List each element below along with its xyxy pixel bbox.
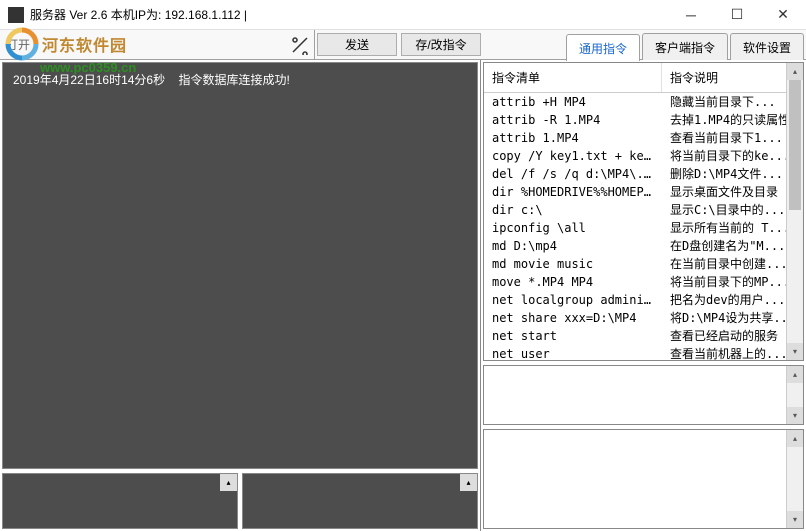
tab-common-commands[interactable]: 通用指令 xyxy=(566,34,640,61)
command-row[interactable]: dir c:\显示C:\目录中的... xyxy=(484,201,803,219)
command-list-header: 指令清单 指令说明 xyxy=(484,63,803,93)
command-desc: 在当前目录中创建... xyxy=(662,255,803,273)
command-desc: 将当前目录下的ke... xyxy=(662,147,803,165)
command-text: dir %HOMEDRIVE%%HOMEPA... xyxy=(484,183,662,201)
scroll-up-icon[interactable]: ▴ xyxy=(787,366,803,383)
command-row[interactable]: dir %HOMEDRIVE%%HOMEPA...显示桌面文件及目录 xyxy=(484,183,803,201)
command-desc: 隐藏当前目录下... xyxy=(662,93,803,111)
command-row[interactable]: net user查看当前机器上的... xyxy=(484,345,803,361)
command-row[interactable]: net start查看已经启动的服务 xyxy=(484,327,803,345)
command-desc: 查看当前目录下1... xyxy=(662,129,803,147)
command-desc: 显示所有当前的 T... xyxy=(662,219,803,237)
tab-client-commands[interactable]: 客户端指令 xyxy=(642,33,728,60)
command-text: net user xyxy=(484,345,662,361)
window-controls: ─ ☐ ✕ xyxy=(668,0,806,30)
command-row[interactable]: md D:\mp4在D盘创建名为"M... xyxy=(484,237,803,255)
window-title: 服务器 Ver 2.6 本机IP为: 192.168.1.112 | xyxy=(30,6,668,23)
command-text: attrib +H MP4 xyxy=(484,93,662,111)
tab-software-settings[interactable]: 软件设置 xyxy=(730,33,804,60)
header-command[interactable]: 指令清单 xyxy=(484,63,662,92)
tab-bar: 通用指令 客户端指令 软件设置 xyxy=(560,30,806,60)
command-row[interactable]: ipconfig \all显示所有当前的 T... xyxy=(484,219,803,237)
scroll-up-icon[interactable]: ▴ xyxy=(220,474,237,491)
command-desc: 将D:\MP4设为共享... xyxy=(662,309,803,327)
scroll-thumb[interactable] xyxy=(789,80,801,210)
scroll-up-icon[interactable]: ▴ xyxy=(460,474,477,491)
command-text: del /f /s /q d:\MP4\... xyxy=(484,165,662,183)
open-label[interactable]: 打开 xyxy=(0,36,36,53)
command-text: net start xyxy=(484,327,662,345)
command-text: md D:\mp4 xyxy=(484,237,662,255)
log-line: 2019年4月22日16时14分6秒 指令数据库连接成功! xyxy=(13,71,467,88)
command-row[interactable]: copy /Y key1.txt + key...将当前目录下的ke... xyxy=(484,147,803,165)
command-desc: 在D盘创建名为"M... xyxy=(662,237,803,255)
command-text: attrib -R 1.MP4 xyxy=(484,111,662,129)
header-description[interactable]: 指令说明 xyxy=(662,63,803,92)
save-command-button[interactable]: 存/改指令 xyxy=(401,33,481,56)
tools-icon[interactable] xyxy=(286,35,314,55)
command-text: net localgroup adminis... xyxy=(484,291,662,309)
toolbar: 打开 发送 存/改指令 通用指令 客户端指令 软件设置 xyxy=(0,30,806,60)
command-desc: 把名为dev的用户... xyxy=(662,291,803,309)
left-pane: 2019年4月22日16时14分6秒 指令数据库连接成功! ▴ ▴ xyxy=(0,60,481,531)
bottom-left-box[interactable]: ▴ xyxy=(2,473,238,529)
scroll-up-icon[interactable]: ▴ xyxy=(787,430,803,447)
command-desc: 查看当前机器上的... xyxy=(662,345,803,361)
bottom-split: ▴ ▴ xyxy=(0,471,480,531)
right-pane: 指令清单 指令说明 attrib +H MP4隐藏当前目录下...attrib … xyxy=(481,60,806,531)
command-row[interactable]: attrib -R 1.MP4去掉1.MP4的只读属性 xyxy=(484,111,803,129)
command-text: dir c:\ xyxy=(484,201,662,219)
command-row[interactable]: net share xxx=D:\MP4将D:\MP4设为共享... xyxy=(484,309,803,327)
command-text: attrib 1.MP4 xyxy=(484,129,662,147)
close-button[interactable]: ✕ xyxy=(760,0,806,30)
command-desc: 去掉1.MP4的只读属性 xyxy=(662,111,803,129)
command-text: ipconfig \all xyxy=(484,219,662,237)
toolbar-left: 打开 xyxy=(0,30,315,59)
command-list[interactable]: 指令清单 指令说明 attrib +H MP4隐藏当前目录下...attrib … xyxy=(483,62,804,361)
command-row[interactable]: move *.MP4 MP4将当前目录下的MP... xyxy=(484,273,803,291)
command-row[interactable]: attrib 1.MP4查看当前目录下1... xyxy=(484,129,803,147)
detail-scrollbar[interactable]: ▴ ▾ xyxy=(786,366,803,424)
bottom-right-box[interactable]: ▴ xyxy=(242,473,478,529)
app-icon xyxy=(8,7,24,23)
command-row[interactable]: net localgroup adminis...把名为dev的用户... xyxy=(484,291,803,309)
command-input[interactable] xyxy=(36,34,286,56)
maximize-button[interactable]: ☐ xyxy=(714,0,760,30)
main-area: 2019年4月22日16时14分6秒 指令数据库连接成功! ▴ ▴ 指令清单 指… xyxy=(0,60,806,531)
send-button[interactable]: 发送 xyxy=(317,33,397,56)
command-row[interactable]: md movie music在当前目录中创建... xyxy=(484,255,803,273)
scroll-up-icon[interactable]: ▴ xyxy=(787,63,803,80)
right-bottom-box[interactable]: ▴ ▾ xyxy=(483,429,804,529)
command-list-scrollbar[interactable]: ▴ ▾ xyxy=(786,63,803,360)
command-desc: 将当前目录下的MP... xyxy=(662,273,803,291)
command-desc: 显示C:\目录中的... xyxy=(662,201,803,219)
command-desc: 显示桌面文件及目录 xyxy=(662,183,803,201)
command-text: copy /Y key1.txt + key... xyxy=(484,147,662,165)
command-text: move *.MP4 MP4 xyxy=(484,273,662,291)
scroll-down-icon[interactable]: ▾ xyxy=(787,511,803,528)
command-desc: 删除D:\MP4文件... xyxy=(662,165,803,183)
log-time: 2019年4月22日16时14分6秒 xyxy=(13,73,165,87)
window-titlebar: 服务器 Ver 2.6 本机IP为: 192.168.1.112 | ─ ☐ ✕ xyxy=(0,0,806,30)
command-row[interactable]: del /f /s /q d:\MP4\...删除D:\MP4文件... xyxy=(484,165,803,183)
bottom-scrollbar[interactable]: ▴ ▾ xyxy=(786,430,803,528)
command-desc: 查看已经启动的服务 xyxy=(662,327,803,345)
scroll-down-icon[interactable]: ▾ xyxy=(787,343,803,360)
command-detail-box[interactable]: ▴ ▾ xyxy=(483,365,804,425)
command-text: net share xxx=D:\MP4 xyxy=(484,309,662,327)
command-text: md movie music xyxy=(484,255,662,273)
minimize-button[interactable]: ─ xyxy=(668,0,714,30)
scroll-down-icon[interactable]: ▾ xyxy=(787,407,803,424)
log-output[interactable]: 2019年4月22日16时14分6秒 指令数据库连接成功! xyxy=(2,62,478,469)
log-msg: 指令数据库连接成功! xyxy=(178,73,289,87)
command-row[interactable]: attrib +H MP4隐藏当前目录下... xyxy=(484,93,803,111)
